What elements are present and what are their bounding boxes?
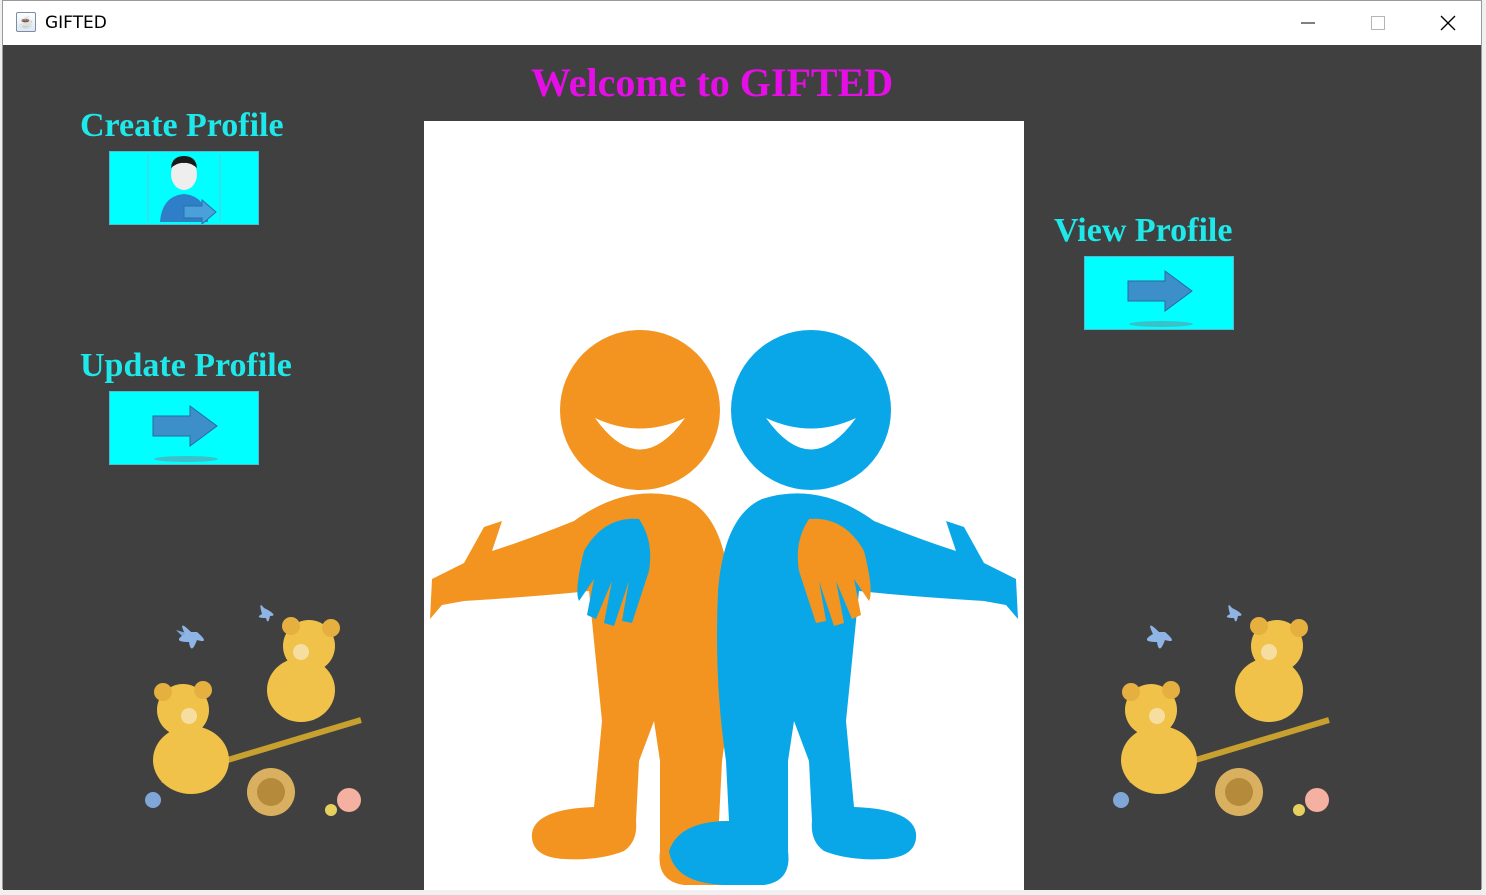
main-panel: Welcome to GIFTED Create Profile Update …: [3, 45, 1481, 890]
create-profile-label: Create Profile: [80, 107, 284, 144]
maximize-icon: [1371, 16, 1385, 30]
welcome-title: Welcome to GIFTED: [531, 60, 894, 105]
close-icon: [1440, 15, 1456, 31]
view-profile-button[interactable]: [1084, 256, 1234, 330]
window-title: GIFTED: [45, 13, 107, 33]
update-profile-button[interactable]: [109, 391, 259, 465]
app-window: ☕ GIFTED Welcome to GIFTED Create Profil…: [2, 0, 1482, 890]
bears-seesaw-image: [131, 600, 381, 825]
minimize-button[interactable]: [1273, 1, 1343, 45]
friends-illustration: [424, 121, 1024, 890]
add-user-icon: [147, 154, 221, 224]
arrow-right-icon: [1127, 270, 1193, 327]
java-cup-icon: ☕: [16, 12, 36, 32]
arrow-right-icon: [152, 405, 218, 462]
create-profile-button[interactable]: [109, 151, 259, 225]
view-profile-label: View Profile: [1054, 212, 1233, 249]
minimize-icon: [1301, 22, 1315, 24]
close-button[interactable]: [1413, 1, 1483, 45]
update-profile-label: Update Profile: [80, 347, 292, 384]
maximize-button[interactable]: [1343, 1, 1413, 45]
bears-seesaw-image: [1099, 600, 1349, 825]
title-bar[interactable]: ☕ GIFTED: [3, 1, 1481, 45]
